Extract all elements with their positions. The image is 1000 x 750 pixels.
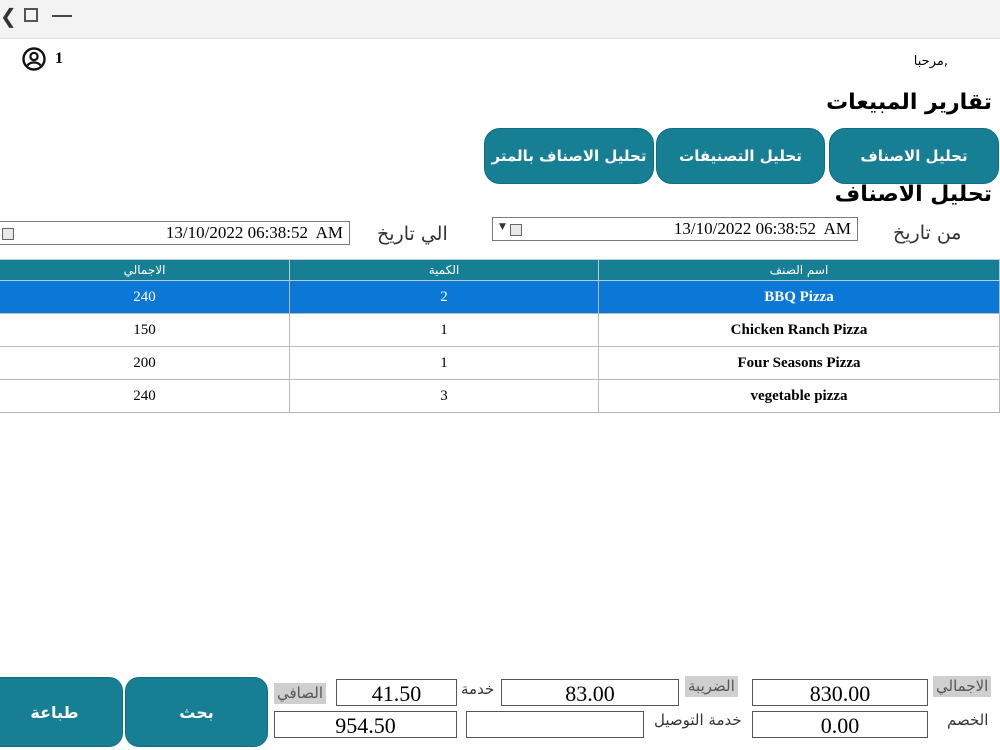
- to-date-picker[interactable]: 13/10/2022 06:38:52 AM: [0, 221, 350, 245]
- cell-total: 150: [0, 313, 290, 347]
- cell-item-name: BBQ Pizza: [598, 280, 1000, 314]
- tab-categories-analysis[interactable]: تحليل التصنيفات: [656, 128, 825, 184]
- window-title-bar: [0, 0, 1000, 39]
- tab-items-analysis[interactable]: تحليل الاصناف: [829, 128, 999, 184]
- cell-quantity: 2: [289, 280, 599, 314]
- dropdown-arrow-icon[interactable]: ▼: [499, 222, 506, 232]
- service-label: خدمة: [461, 680, 495, 698]
- user-avatar-icon[interactable]: [22, 47, 46, 71]
- to-date-label: الي تاريخ: [377, 223, 448, 245]
- minimize-icon[interactable]: [52, 15, 72, 17]
- table-header-row: الاجمالي الكمية اسم الصنف: [0, 259, 1000, 281]
- net-field[interactable]: 954.50: [274, 711, 457, 738]
- discount-field[interactable]: 0.00: [752, 711, 928, 738]
- user-number: 1: [55, 50, 63, 67]
- column-header-item-name[interactable]: اسم الصنف: [598, 259, 1000, 281]
- delivery-service-field[interactable]: [466, 711, 644, 738]
- calendar-icon[interactable]: [2, 228, 14, 240]
- cell-quantity: 1: [289, 313, 599, 347]
- service-field[interactable]: 41.50: [336, 679, 457, 706]
- cell-quantity: 1: [289, 346, 599, 380]
- items-analysis-table[interactable]: الاجمالي الكمية اسم الصنف 240 2 BBQ Pizz…: [0, 259, 1000, 413]
- tax-field[interactable]: 83.00: [501, 679, 679, 706]
- tax-label: الضريبة: [685, 676, 738, 697]
- table-row[interactable]: 240 2 BBQ Pizza: [0, 280, 1000, 314]
- cell-total: 200: [0, 346, 290, 380]
- column-header-quantity[interactable]: الكمية: [289, 259, 599, 281]
- total-label: الاجمالي: [933, 676, 992, 697]
- from-date-picker[interactable]: ▼ 13/10/2022 06:38:52 AM: [492, 217, 858, 241]
- calendar-icon[interactable]: [510, 224, 522, 236]
- cell-item-name: Four Seasons Pizza: [598, 346, 1000, 380]
- search-button[interactable]: بحث: [125, 677, 268, 747]
- cell-total: 240: [0, 379, 290, 413]
- from-date-value: 13/10/2022 06:38:52 AM: [673, 219, 851, 238]
- cell-total: 240: [0, 280, 290, 314]
- section-title: تحليل الاصناف: [834, 182, 992, 207]
- tab-items-by-meter-analysis[interactable]: تحليل الاصناف بالمتر: [484, 128, 654, 184]
- net-label: الصافي: [274, 683, 326, 704]
- table-row[interactable]: 240 3 vegetable pizza: [0, 379, 1000, 413]
- column-header-total[interactable]: الاجمالي: [0, 259, 290, 281]
- table-row[interactable]: 150 1 Chicken Ranch Pizza: [0, 313, 1000, 347]
- discount-label: الخصم: [947, 711, 989, 729]
- back-chevron-icon[interactable]: ❮: [0, 6, 17, 26]
- to-date-value: 13/10/2022 06:38:52 AM: [165, 223, 343, 242]
- from-date-label: من تاريخ: [893, 222, 962, 244]
- maximize-icon[interactable]: [24, 8, 38, 22]
- page-title: تقارير المبيعات: [826, 90, 992, 115]
- cell-item-name: Chicken Ranch Pizza: [598, 313, 1000, 347]
- welcome-text: مرحبا,: [913, 54, 948, 69]
- delivery-service-label: خدمة التوصيل: [654, 711, 742, 729]
- table-row[interactable]: 200 1 Four Seasons Pizza: [0, 346, 1000, 380]
- total-field[interactable]: 830.00: [752, 679, 928, 706]
- print-button[interactable]: طباعة: [0, 677, 123, 747]
- cell-item-name: vegetable pizza: [598, 379, 1000, 413]
- cell-quantity: 3: [289, 379, 599, 413]
